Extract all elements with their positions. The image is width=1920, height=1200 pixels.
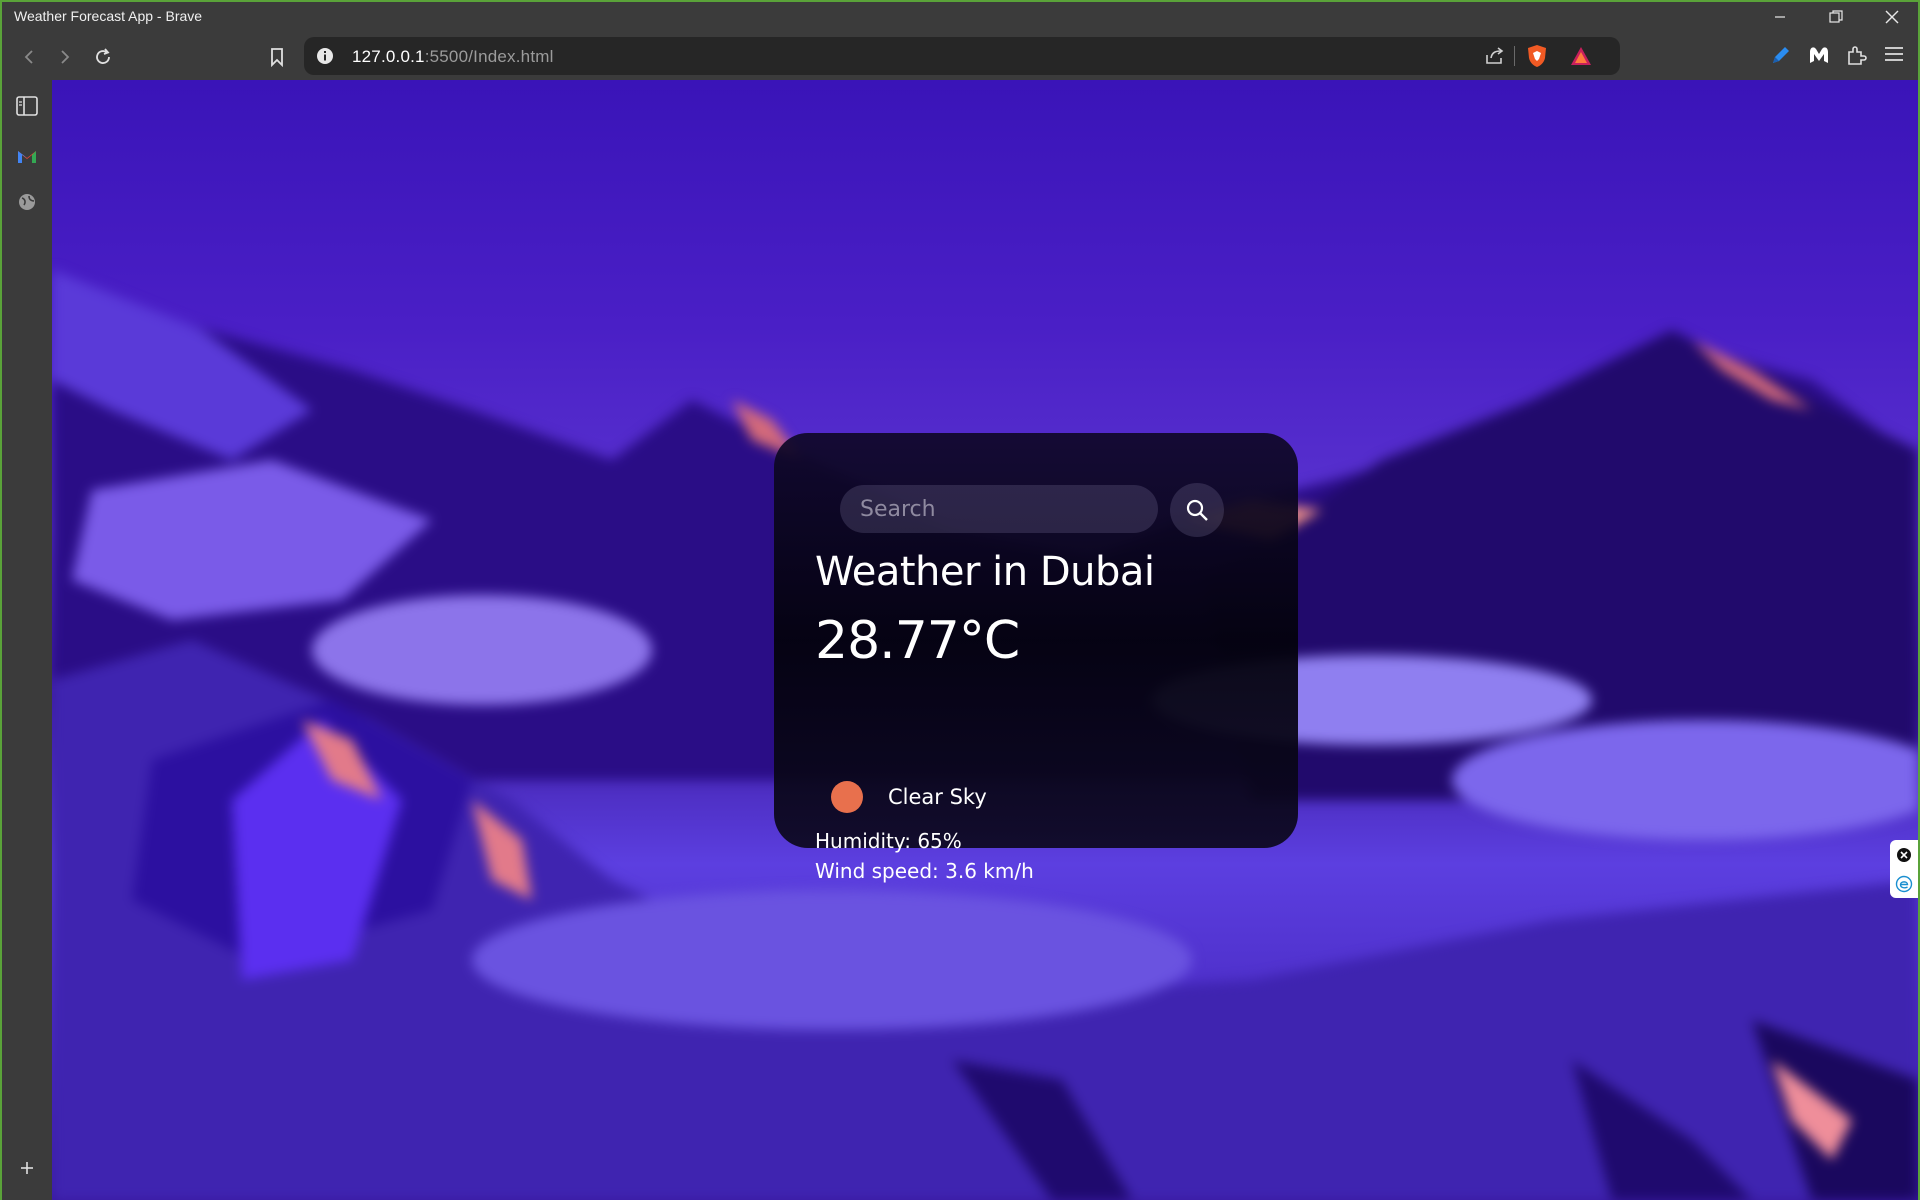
sidebar-item-web[interactable]	[13, 188, 41, 216]
restore-icon	[1829, 10, 1843, 23]
minimize-button[interactable]	[1752, 2, 1808, 32]
restore-button[interactable]	[1808, 2, 1864, 32]
close-circle-icon[interactable]	[1895, 846, 1913, 864]
site-info-icon[interactable]	[316, 47, 334, 65]
reload-button[interactable]	[88, 42, 118, 72]
city-heading: Weather in Dubai	[815, 549, 1155, 595]
sidebar-toggle-icon	[16, 96, 38, 116]
malwarebytes-icon[interactable]	[1808, 45, 1830, 65]
close-icon	[1885, 10, 1899, 24]
edge-e-icon[interactable]	[1895, 875, 1913, 893]
wind-speed-value: Wind speed: 3.6 km/h	[815, 859, 1034, 883]
browser-window: Weather Forecast App - Brave 127.0.0.1:5…	[0, 0, 1920, 1200]
brave-shields-icon[interactable]	[1526, 44, 1548, 68]
back-icon	[24, 50, 33, 64]
extensions-icon[interactable]	[1845, 44, 1867, 66]
url-text[interactable]: 127.0.0.1:5500/Index.html	[352, 47, 554, 67]
globe-icon	[19, 194, 35, 210]
bookmark-button[interactable]	[262, 42, 292, 72]
sidebar-toggle-button[interactable]	[13, 92, 41, 120]
browser-sidebar	[2, 80, 52, 1200]
share-icon[interactable]	[1484, 46, 1506, 66]
temperature-value: 28.77°C	[815, 611, 1020, 671]
pen-extension-icon[interactable]	[1770, 44, 1792, 66]
weather-description: Clear Sky	[888, 785, 987, 809]
humidity-value: Humidity: 65%	[815, 829, 962, 853]
url-divider	[1514, 46, 1515, 66]
search-input[interactable]	[840, 485, 1158, 533]
menu-icon[interactable]	[1884, 45, 1904, 63]
gmail-icon	[18, 151, 36, 163]
floating-extension-badge[interactable]	[1890, 840, 1918, 898]
add-icon	[21, 1162, 33, 1174]
address-bar[interactable]: 127.0.0.1:5500/Index.html	[304, 37, 1620, 75]
close-button[interactable]	[1864, 2, 1920, 32]
url-host: 127.0.0.1	[352, 47, 425, 66]
browser-toolbar: 127.0.0.1:5500/Index.html	[2, 32, 1918, 80]
window-title: Weather Forecast App - Brave	[14, 8, 203, 24]
weather-condition-icon	[831, 781, 863, 813]
sidebar-item-gmail[interactable]	[13, 142, 41, 170]
forward-icon	[61, 50, 70, 64]
forward-button[interactable]	[50, 42, 80, 72]
minimize-icon	[1775, 16, 1785, 18]
brave-rewards-icon[interactable]	[1570, 46, 1592, 66]
bookmark-icon	[271, 48, 283, 67]
title-bar: Weather Forecast App - Brave	[2, 2, 1918, 32]
sidebar-add-button[interactable]	[13, 1154, 41, 1182]
page-viewport: Weather in Dubai 28.77°C Clear Sky Humid…	[52, 80, 1918, 1200]
url-path: :5500/Index.html	[424, 47, 554, 66]
back-button[interactable]	[14, 42, 44, 72]
search-icon	[1186, 499, 1208, 521]
search-button[interactable]	[1170, 483, 1224, 537]
weather-card: Weather in Dubai 28.77°C Clear Sky Humid…	[774, 433, 1298, 883]
reload-icon	[96, 48, 110, 64]
